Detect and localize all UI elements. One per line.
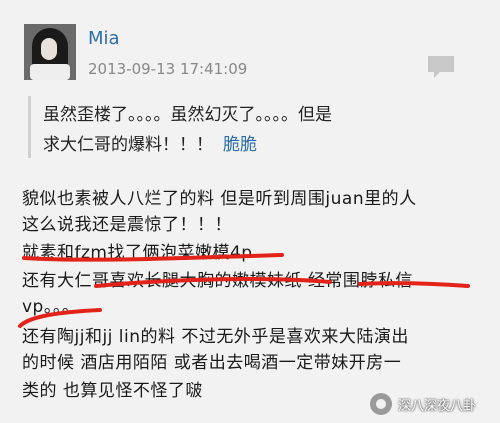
quote-line-2: 求大仁哥的爆料！！！ 脆脆 — [43, 130, 257, 155]
username[interactable]: Mia — [88, 28, 120, 49]
post-body-line-7: 的时候 酒店用陌陌 或者出去喝酒一定带妹开房一 — [22, 353, 402, 373]
avatar[interactable] — [24, 24, 76, 80]
post-body-line-8: 类的 也算见怪不怪了啵 — [22, 381, 203, 401]
post-body-line-2: 这么说我还是震惊了！！！ — [22, 215, 232, 235]
post-body-line-1: 貌似也素被人八烂了的料 但是听到周围juan里的人 — [22, 189, 417, 209]
avatar-scarf — [30, 64, 70, 80]
quote-mention-link[interactable]: 脆脆 — [223, 135, 257, 155]
post-body-line-4: 还有大仁哥喜欢长腿大胸的嫩模妹纸 经常围脖私信 — [22, 271, 413, 291]
watermark-text: 深八深夜八卦 — [398, 398, 477, 414]
quote-line-1: 虽然歪楼了。。。。虽然幻灭了。。。。但是 — [43, 105, 332, 125]
post-timestamp: 2013-09-13 17:41:09 — [88, 60, 248, 78]
watermark: 深八深夜八卦 — [370, 390, 498, 418]
quote-line-2-text: 求大仁哥的爆料！！！ — [43, 135, 213, 155]
comment-bubble-icon[interactable] — [426, 54, 456, 80]
post-body-line-3: 就素和fzm找了俩泡菜嫩模4p — [22, 243, 253, 263]
quoted-reply: 虽然歪楼了。。。。虽然幻灭了。。。。但是 求大仁哥的爆料！！！ 脆脆 — [28, 96, 475, 158]
avatar-face — [41, 38, 57, 60]
watermark-logo-icon — [370, 393, 392, 415]
post-body-line-5: vp。。。 — [22, 297, 80, 317]
post-body-line-6: 还有陶jj和jj lin的料 不过无外乎是喜欢来大陆演出 — [22, 327, 409, 347]
post-header: Mia 2013-09-13 17:41:09 — [0, 0, 500, 88]
